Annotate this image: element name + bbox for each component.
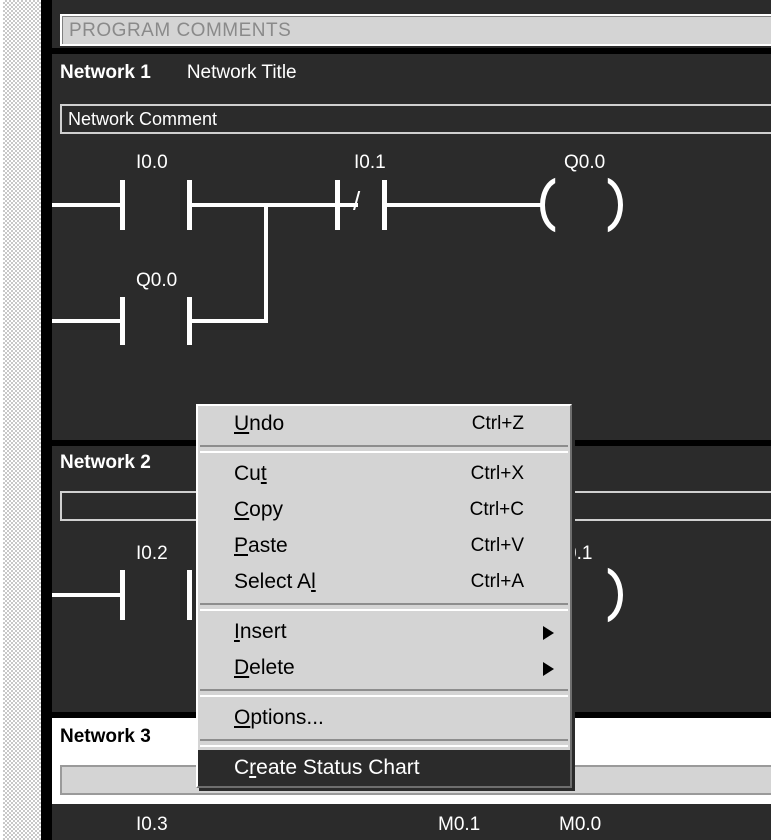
- n1-branch-vertical-link: [264, 203, 268, 323]
- menu-item-label: Cut: [234, 462, 267, 485]
- menu-item-label: Insert: [234, 620, 287, 643]
- menu-item-create-status-chart[interactable]: Create Status Chart: [198, 750, 570, 786]
- n1-contact1-label: I0.0: [136, 152, 168, 173]
- n3-operand3-label: M0.0: [559, 814, 602, 835]
- n3-operand2-label: M0.1: [438, 814, 481, 835]
- menu-item-label: Create Status Chart: [234, 756, 420, 779]
- menu-item-cut[interactable]: Cut Ctrl+X: [198, 456, 570, 492]
- lad-editor-window: PROGRAM COMMENTS Network 1 Network Title …: [0, 0, 771, 840]
- n2-rail-seg1: [52, 593, 122, 597]
- network-2-header[interactable]: Network 2: [60, 452, 187, 474]
- submenu-arrow-icon: [543, 662, 554, 676]
- network-3-name: Network 3: [60, 726, 151, 747]
- menu-item-label: Delete: [234, 656, 295, 679]
- n1-contact1-left-bar[interactable]: [120, 180, 125, 230]
- n1-branch-contact-left-bar[interactable]: [120, 297, 125, 345]
- menu-item-shortcut: Ctrl+V: [470, 535, 524, 556]
- menu-separator: [200, 739, 568, 747]
- menu-item-undo[interactable]: Undo Ctrl+Z: [198, 406, 570, 442]
- n1-rail-seg3: [385, 203, 545, 207]
- network-1-title: Network Title: [186, 62, 297, 83]
- submenu-arrow-icon: [543, 626, 554, 640]
- menu-item-insert[interactable]: Insert: [198, 614, 570, 650]
- network-3-header[interactable]: Network 3: [60, 726, 187, 748]
- menu-item-label: Copy: [234, 498, 284, 521]
- n1-branch-contact-label: Q0.0: [136, 270, 178, 291]
- menu-item-shortcut: Ctrl+Z: [471, 413, 524, 434]
- n1-contact2-label: I0.1: [354, 152, 386, 173]
- network-1-name: Network 1: [60, 62, 151, 83]
- menu-item-select-al[interactable]: Select Al Ctrl+A: [198, 564, 570, 600]
- menu-item-paste[interactable]: Paste Ctrl+V: [198, 528, 570, 564]
- network-1-comment-box[interactable]: Network Comment: [60, 104, 771, 134]
- n1-branch-rail-seg2: [190, 319, 268, 323]
- n2-contact1-left-bar[interactable]: [120, 570, 125, 620]
- n1-rail-seg2: [190, 203, 358, 207]
- program-comments-bar[interactable]: PROGRAM COMMENTS: [60, 14, 771, 46]
- network-2-name: Network 2: [60, 452, 151, 473]
- n2-coil-right-arc[interactable]: [597, 567, 623, 623]
- menu-item-options[interactable]: Options...: [198, 700, 570, 736]
- menu-separator: [200, 689, 568, 697]
- n1-contact2-normally-closed-slash: /: [353, 186, 361, 216]
- gutter-black-bar: [41, 0, 52, 840]
- menu-item-copy[interactable]: Copy Ctrl+C: [198, 492, 570, 528]
- menu-item-shortcut: Ctrl+X: [470, 463, 524, 484]
- n2-contact1-right-bar[interactable]: [187, 570, 192, 620]
- program-comments-label: PROGRAM COMMENTS: [69, 20, 292, 41]
- context-menu[interactable]: Undo Ctrl+Z Cut Ctrl+X Copy Ctrl+C Paste Ctrl+V…: [196, 404, 572, 788]
- menu-item-label: Select Al: [234, 570, 316, 593]
- n1-branch-rail-seg1: [52, 319, 122, 323]
- network-1-comment-text: Network Comment: [68, 109, 218, 129]
- n3-operand1-label: I0.3: [136, 814, 168, 835]
- menu-item-label: Options...: [234, 706, 324, 729]
- gutter-dither-pattern: [3, 0, 41, 840]
- n1-coil-label: Q0.0: [564, 152, 606, 173]
- n1-coil-right-arc[interactable]: [597, 177, 623, 233]
- n1-contact2-left-bar[interactable]: [335, 180, 340, 230]
- menu-item-delete[interactable]: Delete: [198, 650, 570, 686]
- menu-separator: [200, 603, 568, 611]
- menu-item-shortcut: Ctrl+C: [469, 499, 524, 520]
- n2-contact1-label: I0.2: [136, 543, 168, 564]
- n1-coil-left-arc[interactable]: [540, 177, 566, 233]
- menu-separator: [200, 445, 568, 453]
- menu-item-label: Undo: [234, 412, 285, 435]
- network-1-header[interactable]: Network 1 Network Title: [60, 62, 297, 84]
- separator-top: [52, 48, 771, 54]
- menu-item-shortcut: Ctrl+A: [470, 571, 524, 592]
- n1-rail-seg1: [52, 203, 122, 207]
- menu-item-label: Paste: [234, 534, 288, 557]
